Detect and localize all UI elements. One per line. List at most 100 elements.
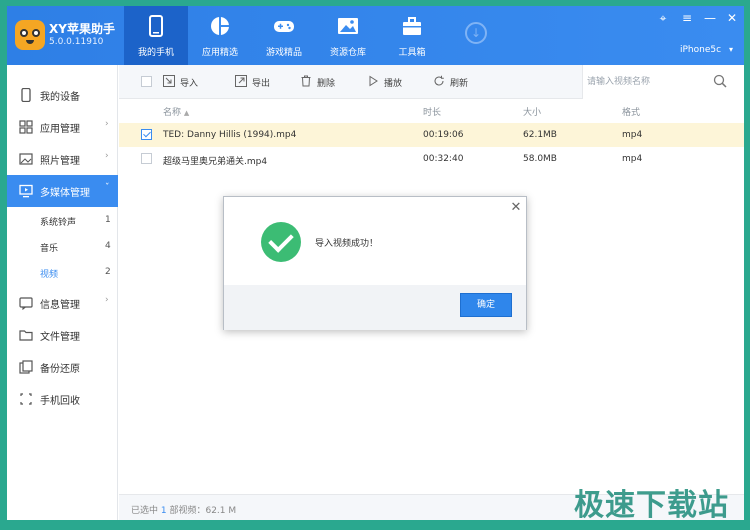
watermark: 极速下载站 bbox=[574, 488, 729, 523]
tab-label: 工具箱 bbox=[398, 48, 426, 58]
device-selector[interactable]: iPhone5c bbox=[680, 45, 721, 55]
row-name: 超级马里奥兄弟通关.mp4 bbox=[163, 157, 268, 167]
play-icon bbox=[369, 75, 378, 87]
chevron-right-icon: › bbox=[105, 151, 109, 161]
row-checkbox[interactable] bbox=[141, 129, 152, 140]
minimize-icon[interactable]: — bbox=[701, 9, 719, 27]
monitor-icon bbox=[19, 184, 33, 198]
dialog-footer: 确定 bbox=[224, 285, 526, 330]
app-version: 5.0.0.11910 bbox=[49, 37, 104, 47]
row-format: mp4 bbox=[622, 154, 643, 164]
row-format: mp4 bbox=[622, 130, 643, 140]
sidebar-item-multimedia[interactable]: 多媒体管理 ˇ bbox=[7, 175, 118, 207]
sidebar-item-photo-management[interactable]: 照片管理 › bbox=[7, 143, 118, 175]
sidebar-subitem-ringtones[interactable]: 系统铃声 1 bbox=[7, 208, 118, 234]
search-icon[interactable] bbox=[713, 74, 727, 88]
backup-icon bbox=[19, 360, 33, 374]
status-text: 已选中 1 部视频：62.1 M bbox=[131, 506, 237, 516]
column-header-format[interactable]: 格式 bbox=[622, 105, 640, 118]
row-checkbox[interactable] bbox=[141, 153, 152, 164]
dialog-ok-button[interactable]: 确定 bbox=[460, 293, 512, 317]
recycle-icon bbox=[20, 393, 32, 405]
image-icon bbox=[338, 18, 358, 34]
table-row[interactable]: TED: Danny Hillis (1994).mp4 00:19:06 62… bbox=[119, 123, 744, 147]
tab-toolbox[interactable]: 工具箱 bbox=[380, 6, 444, 65]
row-size: 58.0MB bbox=[523, 154, 557, 164]
app-title: XY苹果助手 bbox=[49, 22, 115, 36]
sidebar-subitem-video[interactable]: 视频 2 bbox=[7, 260, 118, 286]
tab-game-picks[interactable]: 游戏精品 bbox=[252, 6, 316, 65]
sidebar-item-phone-recycle[interactable]: 手机回收 bbox=[7, 383, 118, 415]
header-bar: XY苹果助手 5.0.0.11910 我的手机 应用精选 游戏精品 资源仓库 工… bbox=[7, 6, 744, 65]
message-icon bbox=[19, 297, 33, 310]
dialog-close-icon[interactable]: ✕ bbox=[509, 201, 523, 215]
chevron-down-icon: ˇ bbox=[105, 183, 110, 193]
trash-icon bbox=[301, 75, 311, 87]
tab-app-picks[interactable]: 应用精选 bbox=[188, 6, 252, 65]
download-icon[interactable]: ↓ bbox=[465, 22, 487, 44]
tab-my-phone[interactable]: 我的手机 bbox=[124, 6, 188, 65]
sidebar-item-label: 多媒体管理 bbox=[40, 188, 90, 199]
app-logo-icon bbox=[15, 20, 45, 50]
row-duration: 00:32:40 bbox=[423, 154, 464, 164]
chevron-right-icon: › bbox=[105, 119, 109, 129]
menu-icon[interactable]: ≡ bbox=[678, 9, 696, 27]
gamepad-icon bbox=[274, 21, 294, 32]
sidebar-item-label: 文件管理 bbox=[40, 332, 80, 343]
subitem-label: 音乐 bbox=[40, 244, 59, 254]
subitem-count: 4 bbox=[105, 241, 111, 251]
row-duration: 00:19:06 bbox=[423, 130, 464, 140]
sidebar: 我的设备 应用管理 › 照片管理 › 多媒体管理 ˇ 系统铃声 1 音乐 4 视… bbox=[7, 65, 118, 520]
chevron-down-icon[interactable]: ▾ bbox=[729, 45, 733, 54]
subitem-count: 2 bbox=[105, 267, 111, 277]
chevron-right-icon: › bbox=[105, 295, 109, 305]
refresh-icon bbox=[434, 75, 444, 86]
photo-icon bbox=[19, 153, 33, 165]
subitem-label: 系统铃声 bbox=[40, 218, 77, 228]
table-header: 名称 ▲ 时长 大小 格式 bbox=[119, 99, 744, 121]
sidebar-item-label: 信息管理 bbox=[40, 300, 80, 311]
subitem-label: 视频 bbox=[40, 270, 59, 280]
sidebar-item-label: 备份还原 bbox=[40, 364, 80, 375]
column-header-size[interactable]: 大小 bbox=[523, 105, 541, 118]
toolbar: 导入 导出 删除 播放 刷新 bbox=[119, 65, 744, 99]
toolbox-icon bbox=[403, 17, 421, 35]
tab-label: 我的手机 bbox=[137, 48, 174, 58]
phone-icon bbox=[21, 88, 31, 102]
subitem-count: 1 bbox=[105, 215, 111, 225]
import-icon bbox=[163, 75, 175, 87]
row-size: 62.1MB bbox=[523, 130, 557, 140]
sidebar-item-info-management[interactable]: 信息管理 › bbox=[7, 287, 118, 319]
tab-resources[interactable]: 资源仓库 bbox=[316, 6, 380, 65]
apps-icon bbox=[211, 17, 229, 35]
sidebar-item-file-management[interactable]: 文件管理 bbox=[7, 319, 118, 351]
skin-icon[interactable]: ⌖ bbox=[654, 9, 672, 27]
sidebar-item-backup-restore[interactable]: 备份还原 bbox=[7, 351, 118, 383]
table-row[interactable]: 超级马里奥兄弟通关.mp4 00:32:40 58.0MB mp4 bbox=[119, 147, 744, 171]
sidebar-item-label: 手机回收 bbox=[40, 396, 80, 407]
dialog-message: 导入视频成功！ bbox=[315, 239, 379, 249]
search-box bbox=[582, 65, 744, 99]
app-frame: XY苹果助手 5.0.0.11910 我的手机 应用精选 游戏精品 资源仓库 工… bbox=[0, 0, 750, 530]
row-name: TED: Danny Hillis (1994).mp4 bbox=[163, 130, 297, 140]
sidebar-item-label: 应用管理 bbox=[40, 124, 80, 135]
search-input[interactable] bbox=[587, 73, 707, 91]
sidebar-item-my-device[interactable]: 我的设备 bbox=[7, 79, 118, 111]
folder-icon bbox=[19, 330, 33, 341]
column-header-duration[interactable]: 时长 bbox=[423, 105, 441, 118]
tab-label: 应用精选 bbox=[201, 48, 238, 58]
sidebar-subitem-music[interactable]: 音乐 4 bbox=[7, 234, 118, 260]
sidebar-item-label: 照片管理 bbox=[40, 156, 80, 167]
close-icon[interactable]: ✕ bbox=[723, 9, 741, 27]
success-check-icon bbox=[261, 222, 301, 262]
tab-label: 资源仓库 bbox=[329, 48, 366, 58]
sidebar-item-app-management[interactable]: 应用管理 › bbox=[7, 111, 118, 143]
export-icon bbox=[235, 75, 247, 87]
phone-icon bbox=[149, 15, 163, 37]
select-all-checkbox[interactable] bbox=[141, 76, 152, 87]
sidebar-item-label: 我的设备 bbox=[40, 92, 80, 103]
tab-label: 游戏精品 bbox=[265, 48, 302, 58]
sort-asc-icon: ▲ bbox=[183, 109, 190, 117]
column-header-name[interactable]: 名称 ▲ bbox=[163, 105, 189, 118]
grid-icon bbox=[19, 120, 33, 134]
